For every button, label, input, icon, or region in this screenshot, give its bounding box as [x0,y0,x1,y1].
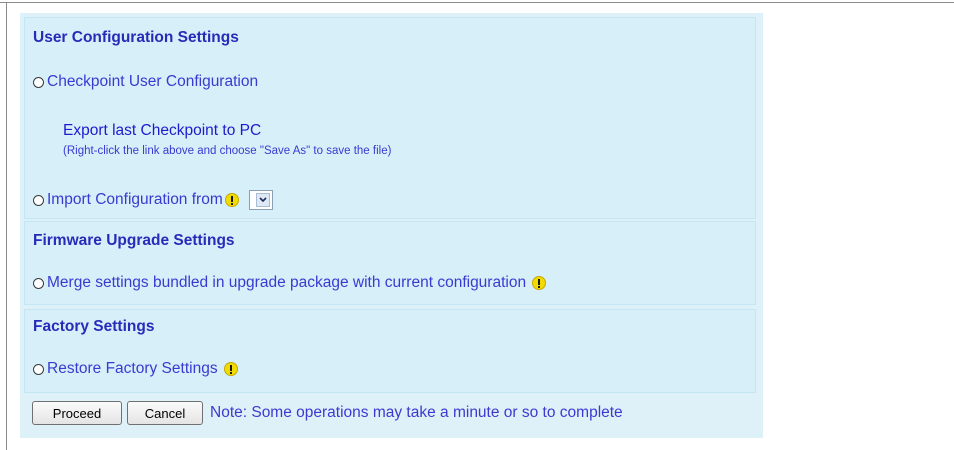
export-checkpoint-link[interactable]: Export last Checkpoint to PC [63,122,261,140]
settings-panel: User Configuration Settings Checkpoint U… [20,13,763,438]
frame-left-border [6,2,7,450]
factory-settings-title: Factory Settings [33,318,155,335]
user-configuration-title: User Configuration Settings [33,29,239,46]
warning-icon [532,276,547,290]
firmware-upgrade-section: Firmware Upgrade Settings Merge settings… [24,221,756,305]
user-configuration-section: User Configuration Settings Checkpoint U… [24,17,756,219]
checkpoint-option[interactable]: Checkpoint User Configuration [33,73,258,91]
merge-settings-label: Merge settings bundled in upgrade packag… [47,274,527,291]
restore-factory-label: Restore Factory Settings [47,360,218,377]
frame-top-border [0,2,954,3]
merge-settings-option[interactable]: Merge settings bundled in upgrade packag… [33,274,547,292]
firmware-upgrade-title: Firmware Upgrade Settings [33,232,235,249]
cancel-button[interactable]: Cancel [127,401,203,425]
import-source-select[interactable] [248,190,273,210]
import-radio[interactable] [33,194,44,206]
import-option[interactable]: Import Configuration from [33,190,273,210]
warning-icon [224,193,239,207]
warning-icon [223,362,238,376]
restore-factory-option[interactable]: Restore Factory Settings [33,360,238,378]
proceed-button[interactable]: Proceed [32,401,122,425]
operation-note: Note: Some operations may take a minute … [210,404,623,421]
factory-settings-section: Factory Settings Restore Factory Setting… [24,309,756,393]
import-label: Import Configuration from [47,191,223,208]
export-hint-text: (Right-click the link above and choose "… [63,145,392,157]
chevron-down-icon[interactable] [255,193,270,207]
restore-factory-radio[interactable] [33,363,44,375]
checkpoint-label: Checkpoint User Configuration [47,73,259,90]
merge-settings-radio[interactable] [33,277,44,289]
action-bar: Proceed Cancel Note: Some operations may… [32,401,623,425]
checkpoint-radio[interactable] [33,76,44,88]
